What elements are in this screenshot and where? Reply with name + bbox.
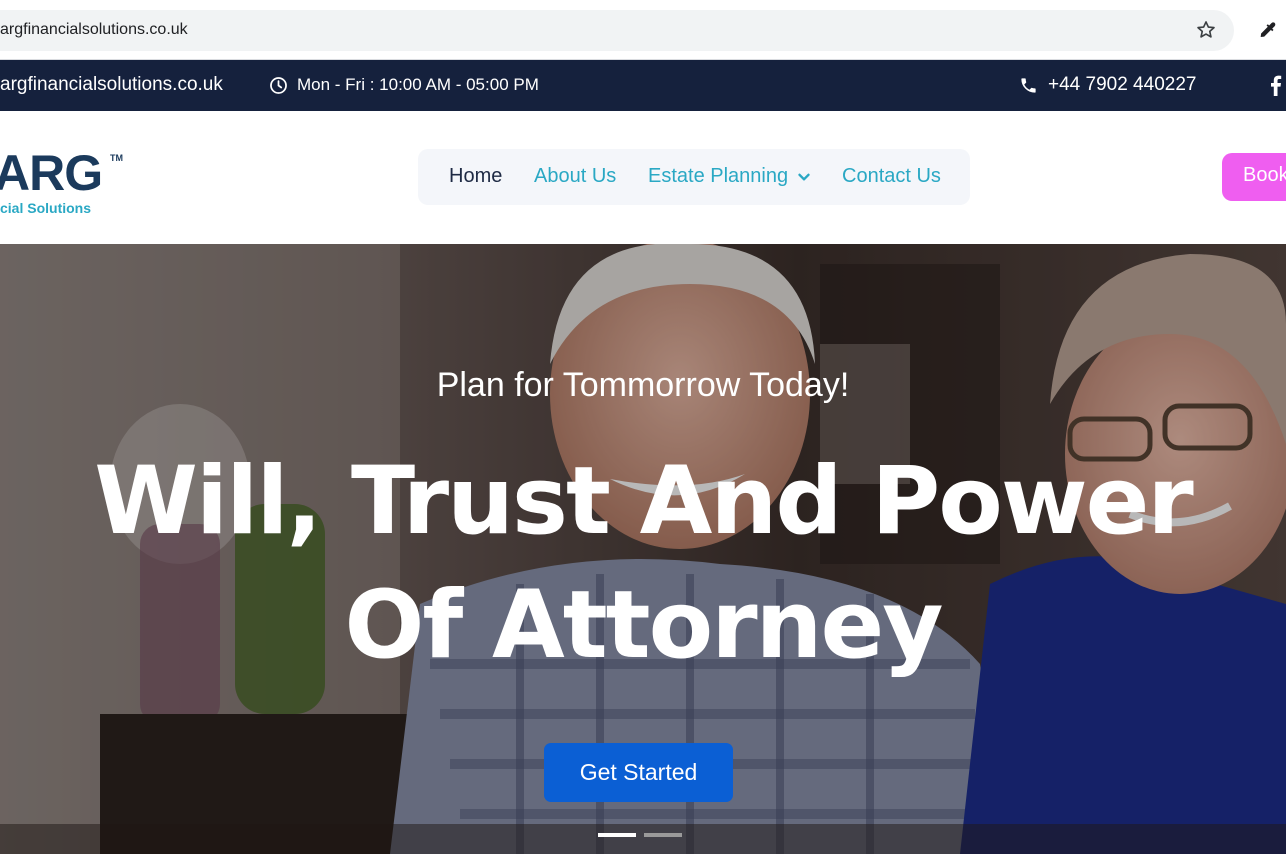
- get-started-button[interactable]: Get Started: [544, 743, 733, 802]
- nav-about-us[interactable]: About Us: [534, 165, 616, 188]
- chevron-down-icon: [798, 173, 810, 180]
- nav-estate-planning[interactable]: Estate Planning: [648, 165, 811, 188]
- phone-contact[interactable]: +44 7902 440227: [1019, 74, 1196, 96]
- site-header: ARG TM cial Solutions Home About Us Esta…: [0, 111, 1286, 244]
- url-text[interactable]: argfinancialsolutions.co.uk: [0, 21, 188, 39]
- nav-estate-planning-label: Estate Planning: [648, 165, 789, 187]
- logo-subtitle: cial Solutions: [0, 200, 92, 216]
- facebook-icon[interactable]: [1266, 74, 1284, 96]
- nav-contact-us[interactable]: Contact Us: [842, 165, 941, 188]
- hero-title: Will, Trust And Power Of Attorney: [0, 440, 1286, 688]
- slide-dot-2[interactable]: [644, 833, 682, 837]
- slide-dot-1[interactable]: [598, 833, 636, 837]
- phone-number[interactable]: +44 7902 440227: [1048, 74, 1196, 96]
- email-link[interactable]: argfinancialsolutions.co.uk: [0, 74, 223, 96]
- top-info-bar: argfinancialsolutions.co.uk Mon - Fri : …: [0, 60, 1286, 111]
- hero-banner: Plan for Tommorrow Today! Will, Trust An…: [0, 244, 1286, 854]
- eyedropper-icon[interactable]: [1257, 19, 1279, 41]
- hero-title-line-2: Of Attorney: [344, 571, 943, 680]
- star-icon[interactable]: [1195, 19, 1217, 41]
- phone-icon: [1021, 77, 1036, 93]
- hero-kicker: Plan for Tommorrow Today!: [436, 366, 850, 404]
- book-button[interactable]: Book: [1222, 153, 1286, 201]
- browser-toolbar: argfinancialsolutions.co.uk: [0, 0, 1286, 60]
- logo-trademark: TM: [110, 153, 123, 163]
- nav-home[interactable]: Home: [449, 165, 502, 188]
- slider-pagination: [598, 833, 690, 837]
- logo-mark: ARG: [0, 145, 103, 201]
- hours-text: Mon - Fri : 10:00 AM - 05:00 PM: [297, 75, 539, 94]
- main-navigation: Home About Us Estate Planning Contact Us: [418, 149, 970, 205]
- hero-title-line-1: Will, Trust And Power: [94, 447, 1194, 556]
- clock-icon: [270, 76, 287, 94]
- address-bar[interactable]: argfinancialsolutions.co.uk: [0, 10, 1234, 51]
- opening-hours: Mon - Fri : 10:00 AM - 05:00 PM: [269, 75, 539, 95]
- brand-logo[interactable]: ARG TM cial Solutions: [0, 145, 130, 221]
